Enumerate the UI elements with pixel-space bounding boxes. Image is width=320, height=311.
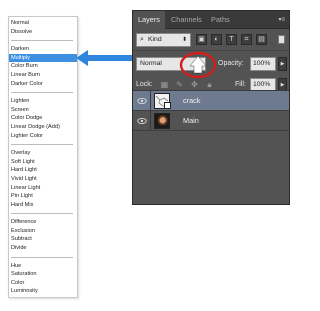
blend-mode-option[interactable]: Saturation (9, 270, 77, 279)
filter-kind-label: Kind (148, 36, 162, 43)
lock-transparent-pixels-icon[interactable]: ▦ (160, 80, 169, 89)
blue-arrow-annotation (76, 50, 138, 66)
blend-mode-option[interactable]: Color Dodge (9, 114, 77, 123)
smart-object-filter-icon[interactable]: ▤ (256, 34, 267, 45)
layer-row-crack[interactable]: crack (133, 91, 289, 111)
blend-mode-option[interactable]: Subtract (9, 235, 77, 244)
blend-mode-option[interactable]: Color (9, 279, 77, 288)
adjustment-filter-icon[interactable]: ◐ (211, 34, 222, 45)
tab-layers[interactable]: Layers (133, 11, 165, 29)
shape-filter-icon[interactable]: ⌗ (241, 34, 252, 45)
tab-channels[interactable]: Channels (166, 11, 207, 29)
layer-row-main[interactable]: Main (133, 111, 289, 131)
smart-object-badge-icon (164, 102, 171, 109)
blend-mode-option[interactable]: Darker Color (9, 80, 77, 89)
opacity-slider-button[interactable]: ▶ (278, 57, 287, 71)
chevron-updown-icon: ⬍ (181, 37, 187, 43)
blend-mode-option[interactable]: Difference (9, 218, 77, 227)
blend-mode-option[interactable]: Linear Dodge (Add) (9, 123, 77, 132)
layer-name-main[interactable]: Main (183, 111, 199, 131)
lock-image-pixels-icon[interactable]: ✎ (175, 80, 184, 89)
blend-opacity-row: Normal ⬍ Opacity: 100% ▶ (133, 51, 289, 73)
blend-mode-separator (9, 88, 77, 97)
blend-mode-option[interactable]: Divide (9, 244, 77, 253)
blend-mode-option[interactable]: Soft Light (9, 158, 77, 167)
blend-mode-separator (9, 209, 77, 218)
blend-mode-option[interactable]: Normal (9, 19, 77, 28)
blend-mode-option[interactable]: Screen (9, 106, 77, 115)
blend-mode-option[interactable]: Exclusion (9, 227, 77, 236)
filter-toggle[interactable] (278, 35, 285, 44)
blend-mode-select[interactable]: Normal ⬍ (136, 57, 206, 71)
blend-mode-option[interactable]: Overlay (9, 149, 77, 158)
blend-mode-option[interactable]: Vivid Light (9, 175, 77, 184)
blend-mode-separator (9, 36, 77, 45)
blend-mode-list: Normal Dissolve Darken Multiply Color Burn Li… (8, 16, 78, 298)
lock-all-icon[interactable]: 🔒︎ (205, 80, 214, 89)
blend-mode-option[interactable]: Lighter Color (9, 132, 77, 141)
panel-menu-icon[interactable]: ▾≡ (275, 16, 285, 24)
blend-mode-option[interactable]: Linear Light (9, 184, 77, 193)
layer-name-crack[interactable]: crack (183, 91, 200, 111)
blend-mode-option[interactable]: Dissolve (9, 28, 77, 37)
lock-position-icon[interactable]: ✥ (190, 80, 199, 89)
pixel-filter-icon[interactable]: ▣ (196, 34, 207, 45)
blend-mode-option[interactable]: Linear Burn (9, 71, 77, 80)
blend-mode-option[interactable]: Pin Light (9, 192, 77, 201)
tab-paths[interactable]: Paths (206, 11, 235, 29)
search-icon: ⌕ (140, 36, 144, 43)
layers-panel: Layers Channels Paths ▾≡ ⌕ Kind ⬍ ▣ ◐ T ⌗… (132, 10, 290, 205)
layer-thumbnail-main (154, 113, 170, 129)
blend-mode-option[interactable]: Luminosity (9, 287, 77, 296)
blend-mode-option[interactable]: Hue (9, 262, 77, 271)
blend-mode-option[interactable]: Multiply (9, 53, 77, 63)
opacity-input[interactable]: 100% (250, 57, 276, 71)
opacity-label: Opacity: (218, 60, 244, 67)
visibility-divider (150, 111, 151, 130)
blend-mode-separator (9, 253, 77, 262)
blend-mode-option[interactable]: Hard Light (9, 166, 77, 175)
eye-icon[interactable] (137, 96, 147, 106)
blend-mode-separator (9, 140, 77, 149)
filter-row: ⌕ Kind ⬍ ▣ ◐ T ⌗ ▤ (133, 29, 289, 51)
eye-icon[interactable] (137, 116, 147, 126)
blend-mode-value: Normal (140, 60, 162, 67)
layers-list: crack Main (133, 90, 289, 204)
filter-kind-select[interactable]: ⌕ Kind ⬍ (136, 33, 191, 47)
blend-mode-option[interactable]: Lighten (9, 97, 77, 106)
blend-mode-option[interactable]: Color Burn (9, 62, 77, 71)
visibility-divider (150, 91, 151, 110)
blend-mode-option[interactable]: Darken (9, 45, 77, 54)
type-filter-icon[interactable]: T (226, 34, 237, 45)
panel-tab-bar: Layers Channels Paths ▾≡ (133, 11, 289, 29)
chevron-updown-icon: ⬍ (196, 61, 202, 67)
blend-mode-option[interactable]: Hard Mix (9, 201, 77, 210)
